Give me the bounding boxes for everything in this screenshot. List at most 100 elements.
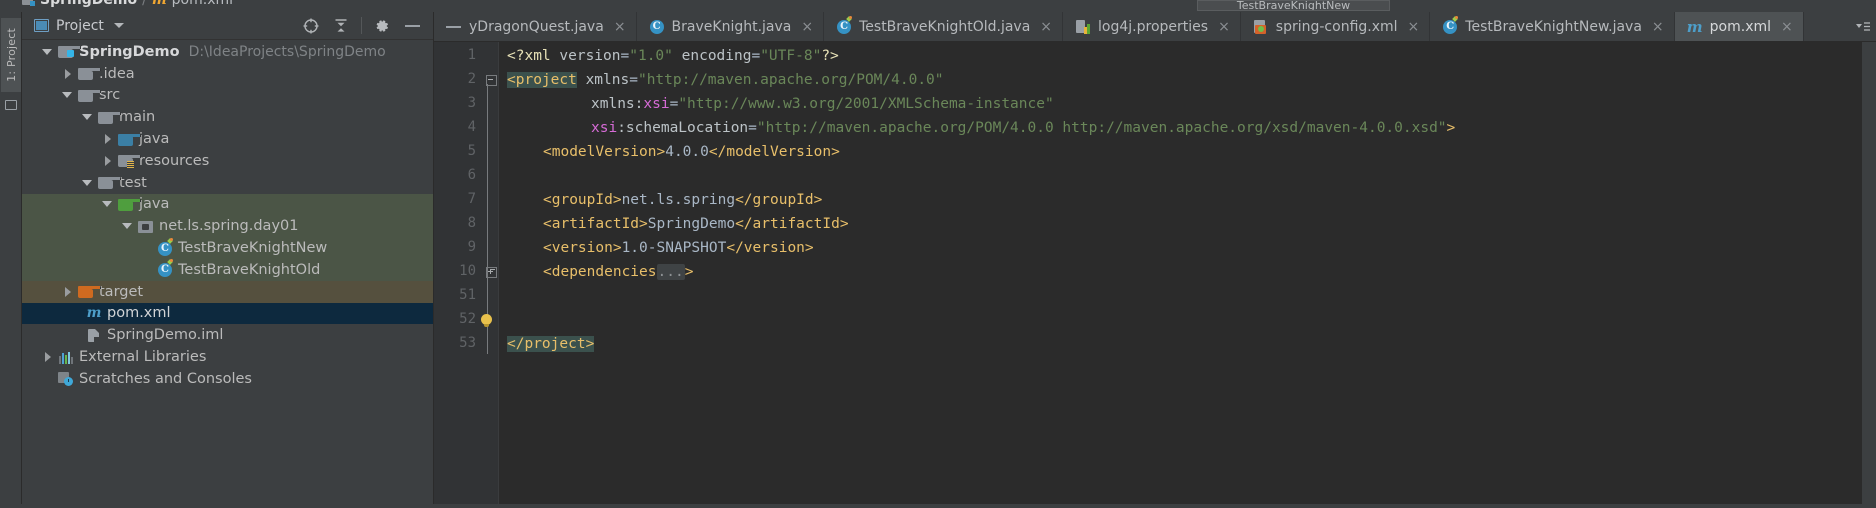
chevron-expanded-icon[interactable] bbox=[42, 46, 54, 58]
line-number: 53 bbox=[459, 335, 476, 351]
close-icon[interactable]: × bbox=[1408, 20, 1420, 34]
tree-row-pom-xml[interactable]: m pom.xml bbox=[22, 302, 433, 325]
fold-expand-dependencies-button[interactable] bbox=[486, 267, 497, 278]
chevron-collapsed-icon[interactable] bbox=[42, 351, 54, 363]
chevron-expanded-icon[interactable] bbox=[82, 111, 94, 123]
structure-icon[interactable] bbox=[5, 100, 17, 110]
project-tool-window: Project SpringDemo D:\IdeaProjects\Sprin… bbox=[22, 12, 434, 508]
tree-row-external-libraries[interactable]: External Libraries bbox=[22, 346, 433, 368]
project-view-selector[interactable]: Project bbox=[22, 18, 124, 34]
line-number: 10 bbox=[459, 263, 476, 279]
tab-testbraveknightnew-java[interactable]: C TestBraveKnightNew.java × bbox=[1430, 12, 1675, 41]
breadcrumb[interactable]: SpringDemo / m pom.xml bbox=[22, 0, 233, 8]
bottom-strip bbox=[0, 504, 1876, 508]
folder-gray-icon bbox=[97, 110, 121, 125]
close-icon[interactable]: × bbox=[1218, 20, 1230, 34]
properties-file-icon bbox=[1075, 19, 1091, 35]
project-folder-icon bbox=[57, 44, 81, 59]
tree-label: TestBraveKnightNew bbox=[178, 240, 328, 257]
tab-spring-config-xml[interactable]: spring-config.xml × bbox=[1241, 12, 1431, 41]
line-number: 6 bbox=[467, 167, 476, 183]
ghost-popup-label: TestBraveKnightNew bbox=[1236, 0, 1351, 11]
fold-collapse-project-button[interactable] bbox=[486, 75, 497, 354]
close-icon[interactable]: × bbox=[1781, 20, 1793, 34]
tree-row-target[interactable]: target bbox=[22, 280, 433, 303]
close-icon[interactable]: × bbox=[614, 20, 626, 34]
tree-row-idea[interactable]: .idea bbox=[22, 63, 433, 85]
java-class-icon: C bbox=[649, 19, 665, 35]
java-class-icon: C bbox=[156, 259, 173, 278]
tree-label: test bbox=[119, 174, 147, 191]
tab-ydragonquest-java[interactable]: yDragonQuest.java × bbox=[434, 12, 637, 41]
code-line-7: <groupId>net.ls.spring</groupId> bbox=[543, 192, 823, 208]
editor-gutter[interactable]: 1 2 3 4 5 6 7 8 9 10 51 52 53 bbox=[434, 42, 498, 508]
tab-braveknight-java[interactable]: C BraveKnight.java × bbox=[637, 12, 825, 41]
tree-row-testbraveknightold[interactable]: C TestBraveKnightOld bbox=[22, 258, 433, 281]
hide-toolwindow-button[interactable] bbox=[397, 13, 427, 39]
tree-row-main[interactable]: main bbox=[22, 106, 433, 128]
project-tree: SpringDemo D:\IdeaProjects\SpringDemo .i… bbox=[22, 41, 433, 508]
settings-button[interactable] bbox=[367, 13, 397, 39]
tab-label: spring-config.xml bbox=[1275, 18, 1398, 35]
maven-pom-icon: m bbox=[86, 304, 102, 321]
tree-label: main bbox=[119, 109, 156, 126]
collapse-all-button[interactable] bbox=[326, 13, 356, 39]
tree-row-scratches-and-consoles[interactable]: Scratches and Consoles bbox=[22, 368, 433, 390]
tree-row-package[interactable]: net.ls.spring.day01 bbox=[22, 215, 433, 238]
tree-row-src[interactable]: src bbox=[22, 85, 433, 107]
tree-label: resources bbox=[139, 152, 210, 169]
code-editor[interactable]: 1 2 3 4 5 6 7 8 9 10 51 52 53 <?xml vers… bbox=[434, 42, 1876, 508]
chevron-collapsed-icon[interactable] bbox=[102, 155, 114, 167]
tab-label: log4j.properties bbox=[1098, 18, 1209, 35]
code-content[interactable]: <?xml version="1.0" encoding="UTF-8"?> <… bbox=[499, 42, 1876, 508]
chevron-expanded-icon[interactable] bbox=[82, 177, 94, 189]
tree-row-test-java[interactable]: java bbox=[22, 193, 433, 216]
sidebar-item-project-toolwindow[interactable]: 1: Project bbox=[1, 18, 21, 92]
folder-source-blue-icon bbox=[117, 132, 141, 147]
chevron-down-icon[interactable] bbox=[113, 23, 124, 28]
tree-row-springdemo-iml[interactable]: SpringDemo.iml bbox=[22, 324, 433, 346]
tab-log4j-properties[interactable]: log4j.properties × bbox=[1063, 12, 1241, 41]
chevron-expanded-icon[interactable] bbox=[62, 89, 74, 101]
breadcrumb-project[interactable]: SpringDemo bbox=[40, 0, 137, 8]
code-line-4: xsi:schemaLocation="http://maven.apache.… bbox=[591, 120, 1456, 136]
dash-icon bbox=[446, 19, 462, 35]
folder-excluded-orange-icon bbox=[77, 284, 101, 299]
tree-row-test[interactable]: test bbox=[22, 172, 433, 194]
line-number: 8 bbox=[467, 215, 476, 231]
close-icon[interactable]: × bbox=[801, 20, 813, 34]
folder-gray-icon bbox=[77, 66, 101, 81]
intention-bulb-icon[interactable] bbox=[480, 314, 494, 328]
project-panel-header: Project bbox=[22, 12, 433, 40]
tree-row-springdemo[interactable]: SpringDemo D:\IdeaProjects\SpringDemo bbox=[22, 41, 433, 63]
tree-row-resources[interactable]: resources bbox=[22, 150, 433, 172]
tree-label: TestBraveKnightOld bbox=[178, 261, 321, 278]
line-number: 7 bbox=[467, 191, 476, 207]
tab-list-button[interactable] bbox=[1850, 12, 1876, 41]
editor-tab-bar: yDragonQuest.java × C BraveKnight.java ×… bbox=[434, 12, 1876, 42]
tree-row-main-java[interactable]: java bbox=[22, 128, 433, 150]
tree-label: .idea bbox=[99, 65, 135, 82]
chevron-collapsed-icon[interactable] bbox=[102, 133, 114, 145]
project-folder-icon bbox=[22, 0, 35, 6]
scratches-icon bbox=[57, 371, 74, 387]
close-icon[interactable]: × bbox=[1652, 20, 1664, 34]
breadcrumb-file[interactable]: pom.xml bbox=[172, 0, 233, 8]
chevron-collapsed-icon[interactable] bbox=[62, 286, 74, 298]
code-line-10-folded[interactable]: <dependencies...> bbox=[543, 260, 693, 284]
tree-label: SpringDemo.iml bbox=[107, 327, 224, 344]
chevron-expanded-icon[interactable] bbox=[122, 220, 134, 232]
fold-placeholder[interactable]: ... bbox=[656, 264, 685, 280]
close-icon[interactable]: × bbox=[1040, 20, 1052, 34]
maven-pom-icon: m bbox=[151, 0, 167, 8]
tab-testbraveknightold-java[interactable]: C TestBraveKnightOld.java × bbox=[824, 12, 1064, 41]
select-opened-file-button[interactable] bbox=[296, 13, 326, 39]
tree-row-testbraveknightnew[interactable]: C TestBraveKnightNew bbox=[22, 237, 433, 259]
chevron-expanded-icon[interactable] bbox=[102, 198, 114, 210]
chevron-collapsed-icon[interactable] bbox=[62, 68, 74, 80]
crosshair-target-icon bbox=[303, 18, 319, 33]
project-path: D:\IdeaProjects\SpringDemo bbox=[188, 43, 386, 60]
tab-pom-xml[interactable]: m pom.xml × bbox=[1674, 12, 1804, 41]
line-number: 2 bbox=[467, 71, 476, 87]
tree-label: External Libraries bbox=[79, 349, 207, 366]
